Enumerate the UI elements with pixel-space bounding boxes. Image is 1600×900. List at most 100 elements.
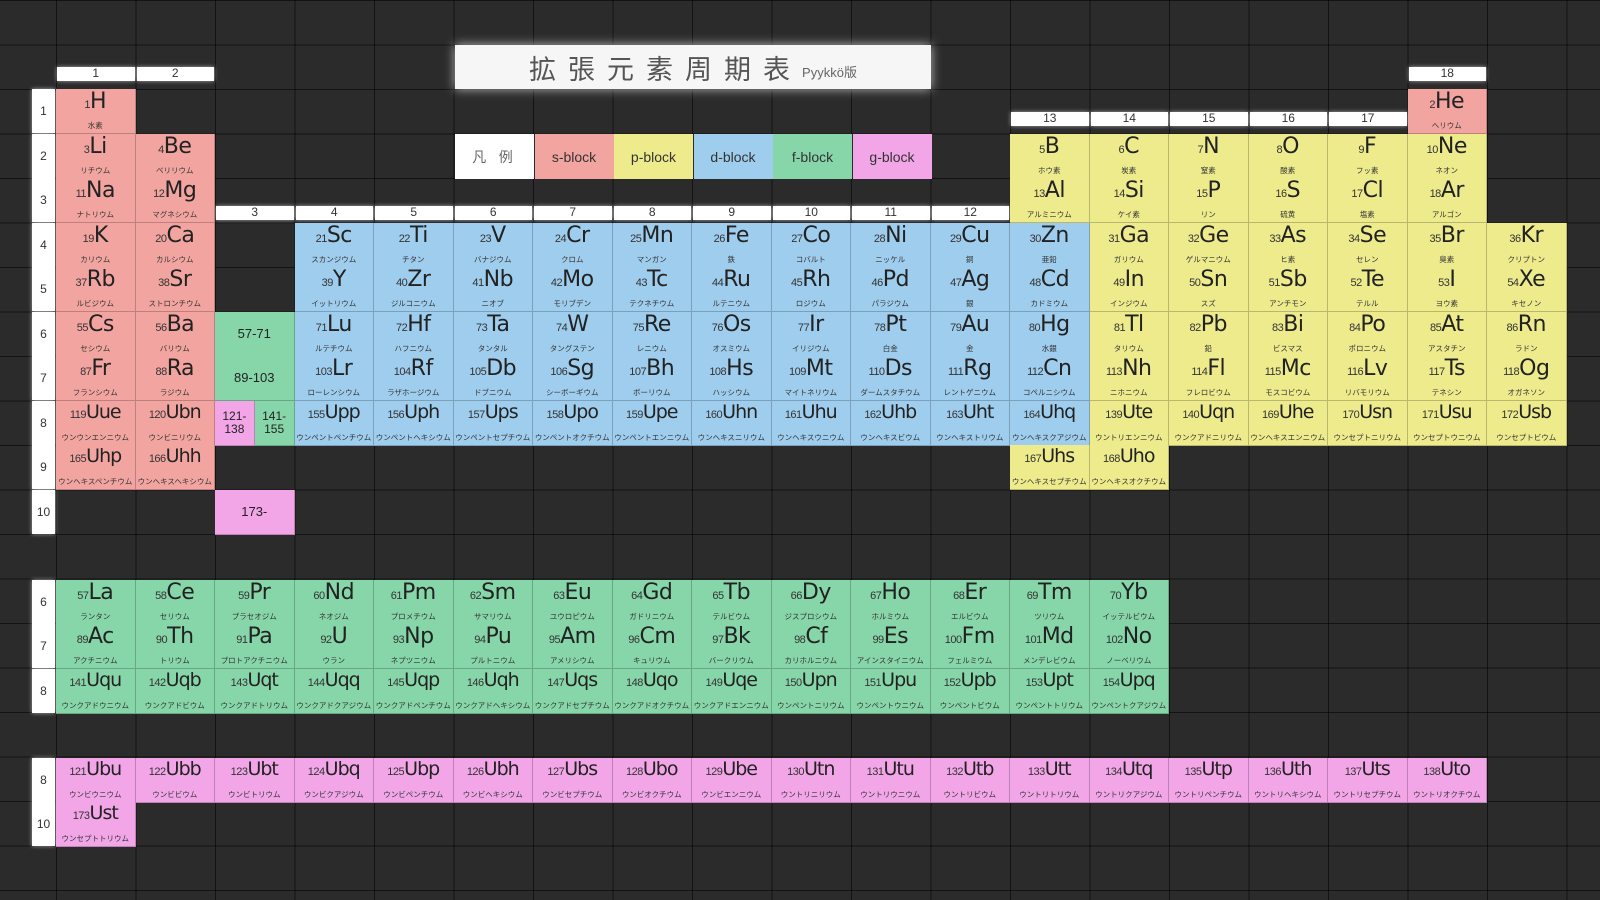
element-cell[interactable]: 148Uqo ウンクアドオクチウム [612,669,692,714]
series-reference[interactable]: 173- [215,490,295,535]
element-cell[interactable]: 68Er エルビウム [930,580,1010,625]
element-cell[interactable]: 78Pt 白金 [851,312,931,357]
element-cell[interactable]: 52Te テルル [1328,267,1408,312]
element-cell[interactable]: 62Sm サマリウム [453,580,533,625]
element-cell[interactable]: 48Cd カドミウム [1010,267,1090,312]
element-cell[interactable]: 83Bi ビスマス [1248,312,1328,357]
element-cell[interactable]: 108Hs ハッシウム [692,356,772,401]
element-cell[interactable]: 69Tm ツリウム [1010,580,1090,625]
element-cell[interactable]: 70Yb イッテルビウム [1089,580,1169,625]
element-cell[interactable]: 153Upt ウンペントトリウム [1010,669,1090,714]
element-cell[interactable]: 2He ヘリウム [1407,89,1487,134]
element-cell[interactable]: 126Ubh ウンビヘキシウム [453,758,533,803]
element-cell[interactable]: 3Li リチウム [56,134,136,179]
element-cell[interactable]: 17Cl 塩素 [1328,178,1408,223]
element-cell[interactable]: 76Os オスミウム [692,312,772,357]
element-cell[interactable]: 121Ubu ウンビウニウム [56,758,136,803]
element-cell[interactable]: 105Db ドブニウム [453,356,533,401]
element-cell[interactable]: 94Pu プルトニウム [453,624,533,669]
element-cell[interactable]: 135Utp ウントリペンチウム [1169,758,1249,803]
element-cell[interactable]: 72Hf ハフニウム [374,312,454,357]
series-reference[interactable]: 89-103 [215,356,295,401]
element-cell[interactable]: 144Uqq ウンクアドクアジウム [294,669,374,714]
element-cell[interactable]: 26Fe 鉄 [692,223,772,268]
element-cell[interactable]: 47Ag 銀 [930,267,1010,312]
element-cell[interactable]: 39Y イットリウム [294,267,374,312]
element-cell[interactable]: 107Bh ボーリウム [612,356,692,401]
element-cell[interactable]: 4Be ベリリウム [135,134,215,179]
element-cell[interactable]: 165Uhp ウンヘキスペンチウム [56,445,136,490]
element-cell[interactable]: 30Zn 亜鉛 [1010,223,1090,268]
element-cell[interactable]: 160Uhn ウンヘキスニリウム [692,401,772,446]
element-cell[interactable]: 114Fl フレロビウム [1169,356,1249,401]
element-cell[interactable]: 42Mo モリブデン [533,267,613,312]
element-cell[interactable]: 116Lv リバモリウム [1328,356,1408,401]
element-cell[interactable]: 8O 酸素 [1248,134,1328,179]
element-cell[interactable]: 24Cr クロム [533,223,613,268]
element-cell[interactable]: 97Bk バークリウム [692,624,772,669]
element-cell[interactable]: 38Sr ストロンチウム [135,267,215,312]
element-cell[interactable]: 130Utn ウントリニリウム [771,758,851,803]
element-cell[interactable]: 84Po ポロニウム [1328,312,1408,357]
element-cell[interactable]: 12Mg マグネシウム [135,178,215,223]
element-cell[interactable]: 65Tb テルビウム [692,580,772,625]
element-cell[interactable]: 75Re レニウム [612,312,692,357]
element-cell[interactable]: 167Uhs ウンヘキスセプチウム [1010,445,1090,490]
element-cell[interactable]: 142Uqb ウンクアドビウム [135,669,215,714]
element-cell[interactable]: 13Al アルミニウム [1010,178,1090,223]
element-cell[interactable]: 143Uqt ウンクアドトリウム [215,669,295,714]
element-cell[interactable]: 96Cm キュリウム [612,624,692,669]
element-cell[interactable]: 124Ubq ウンビクアジウム [294,758,374,803]
element-cell[interactable]: 28Ni ニッケル [851,223,931,268]
element-cell[interactable]: 79Au 金 [930,312,1010,357]
element-cell[interactable]: 92U ウラン [294,624,374,669]
element-cell[interactable]: 60Nd ネオジム [294,580,374,625]
element-cell[interactable]: 173Ust ウンセプトトリウム [56,802,136,847]
element-cell[interactable]: 58Ce セリウム [135,580,215,625]
element-cell[interactable]: 150Upn ウンペントニリウム [771,669,851,714]
element-cell[interactable]: 95Am アメリシウム [533,624,613,669]
element-cell[interactable]: 113Nh ニホニウム [1089,356,1169,401]
element-cell[interactable]: 87Fr フランシウム [56,356,136,401]
element-cell[interactable]: 46Pd パラジウム [851,267,931,312]
element-cell[interactable]: 37Rb ルビジウム [56,267,136,312]
element-cell[interactable]: 77Ir イリジウム [771,312,851,357]
element-cell[interactable]: 59Pr プラセオジム [215,580,295,625]
element-cell[interactable]: 119Uue ウンウンエンニウム [56,401,136,446]
element-cell[interactable]: 128Ubo ウンビオクチウム [612,758,692,803]
element-cell[interactable]: 136Uth ウントリヘキシウム [1248,758,1328,803]
element-cell[interactable]: 132Utb ウントリビウム [930,758,1010,803]
element-cell[interactable]: 81Tl タリウム [1089,312,1169,357]
element-cell[interactable]: 16S 硫黄 [1248,178,1328,223]
element-cell[interactable]: 166Uhh ウンヘキスヘキシウム [135,445,215,490]
element-cell[interactable]: 168Uho ウンヘキスオクチウム [1089,445,1169,490]
element-cell[interactable]: 98Cf カリホルニウム [771,624,851,669]
element-cell[interactable]: 64Gd ガドリニウム [612,580,692,625]
element-cell[interactable]: 11Na ナトリウム [56,178,136,223]
element-cell[interactable]: 157Ups ウンペントセプチウム [453,401,533,446]
element-cell[interactable]: 89Ac アクチニウム [56,624,136,669]
element-cell[interactable]: 27Co コバルト [771,223,851,268]
element-cell[interactable]: 50Sn スズ [1169,267,1249,312]
element-cell[interactable]: 152Upb ウンペントビウム [930,669,1010,714]
element-cell[interactable]: 110Ds ダームスタチウム [851,356,931,401]
element-cell[interactable]: 101Md メンデレビウム [1010,624,1090,669]
element-cell[interactable]: 22Ti チタン [374,223,454,268]
element-cell[interactable]: 99Es アインスタイニウム [851,624,931,669]
element-cell[interactable]: 32Ge ゲルマニウム [1169,223,1249,268]
element-cell[interactable]: 63Eu ユウロピウム [533,580,613,625]
element-cell[interactable]: 123Ubt ウンビトリウム [215,758,295,803]
element-cell[interactable]: 120Ubn ウンビニリウム [135,401,215,446]
element-cell[interactable]: 73Ta タンタル [453,312,533,357]
element-cell[interactable]: 51Sb アンチモン [1248,267,1328,312]
element-cell[interactable]: 88Ra ラジウム [135,356,215,401]
element-cell[interactable]: 43Tc テクネチウム [612,267,692,312]
element-cell[interactable]: 151Upu ウンペントウニウム [851,669,931,714]
element-cell[interactable]: 127Ubs ウンビセプチウム [533,758,613,803]
element-cell[interactable]: 85At アスタチン [1407,312,1487,357]
element-cell[interactable]: 41Nb ニオブ [453,267,533,312]
element-cell[interactable]: 145Uqp ウンクアドペンチウム [374,669,454,714]
element-cell[interactable]: 29Cu 銅 [930,223,1010,268]
element-cell[interactable]: 147Uqs ウンクアドセプチウム [533,669,613,714]
element-cell[interactable]: 172Usb ウンセプトビウム [1487,401,1567,446]
